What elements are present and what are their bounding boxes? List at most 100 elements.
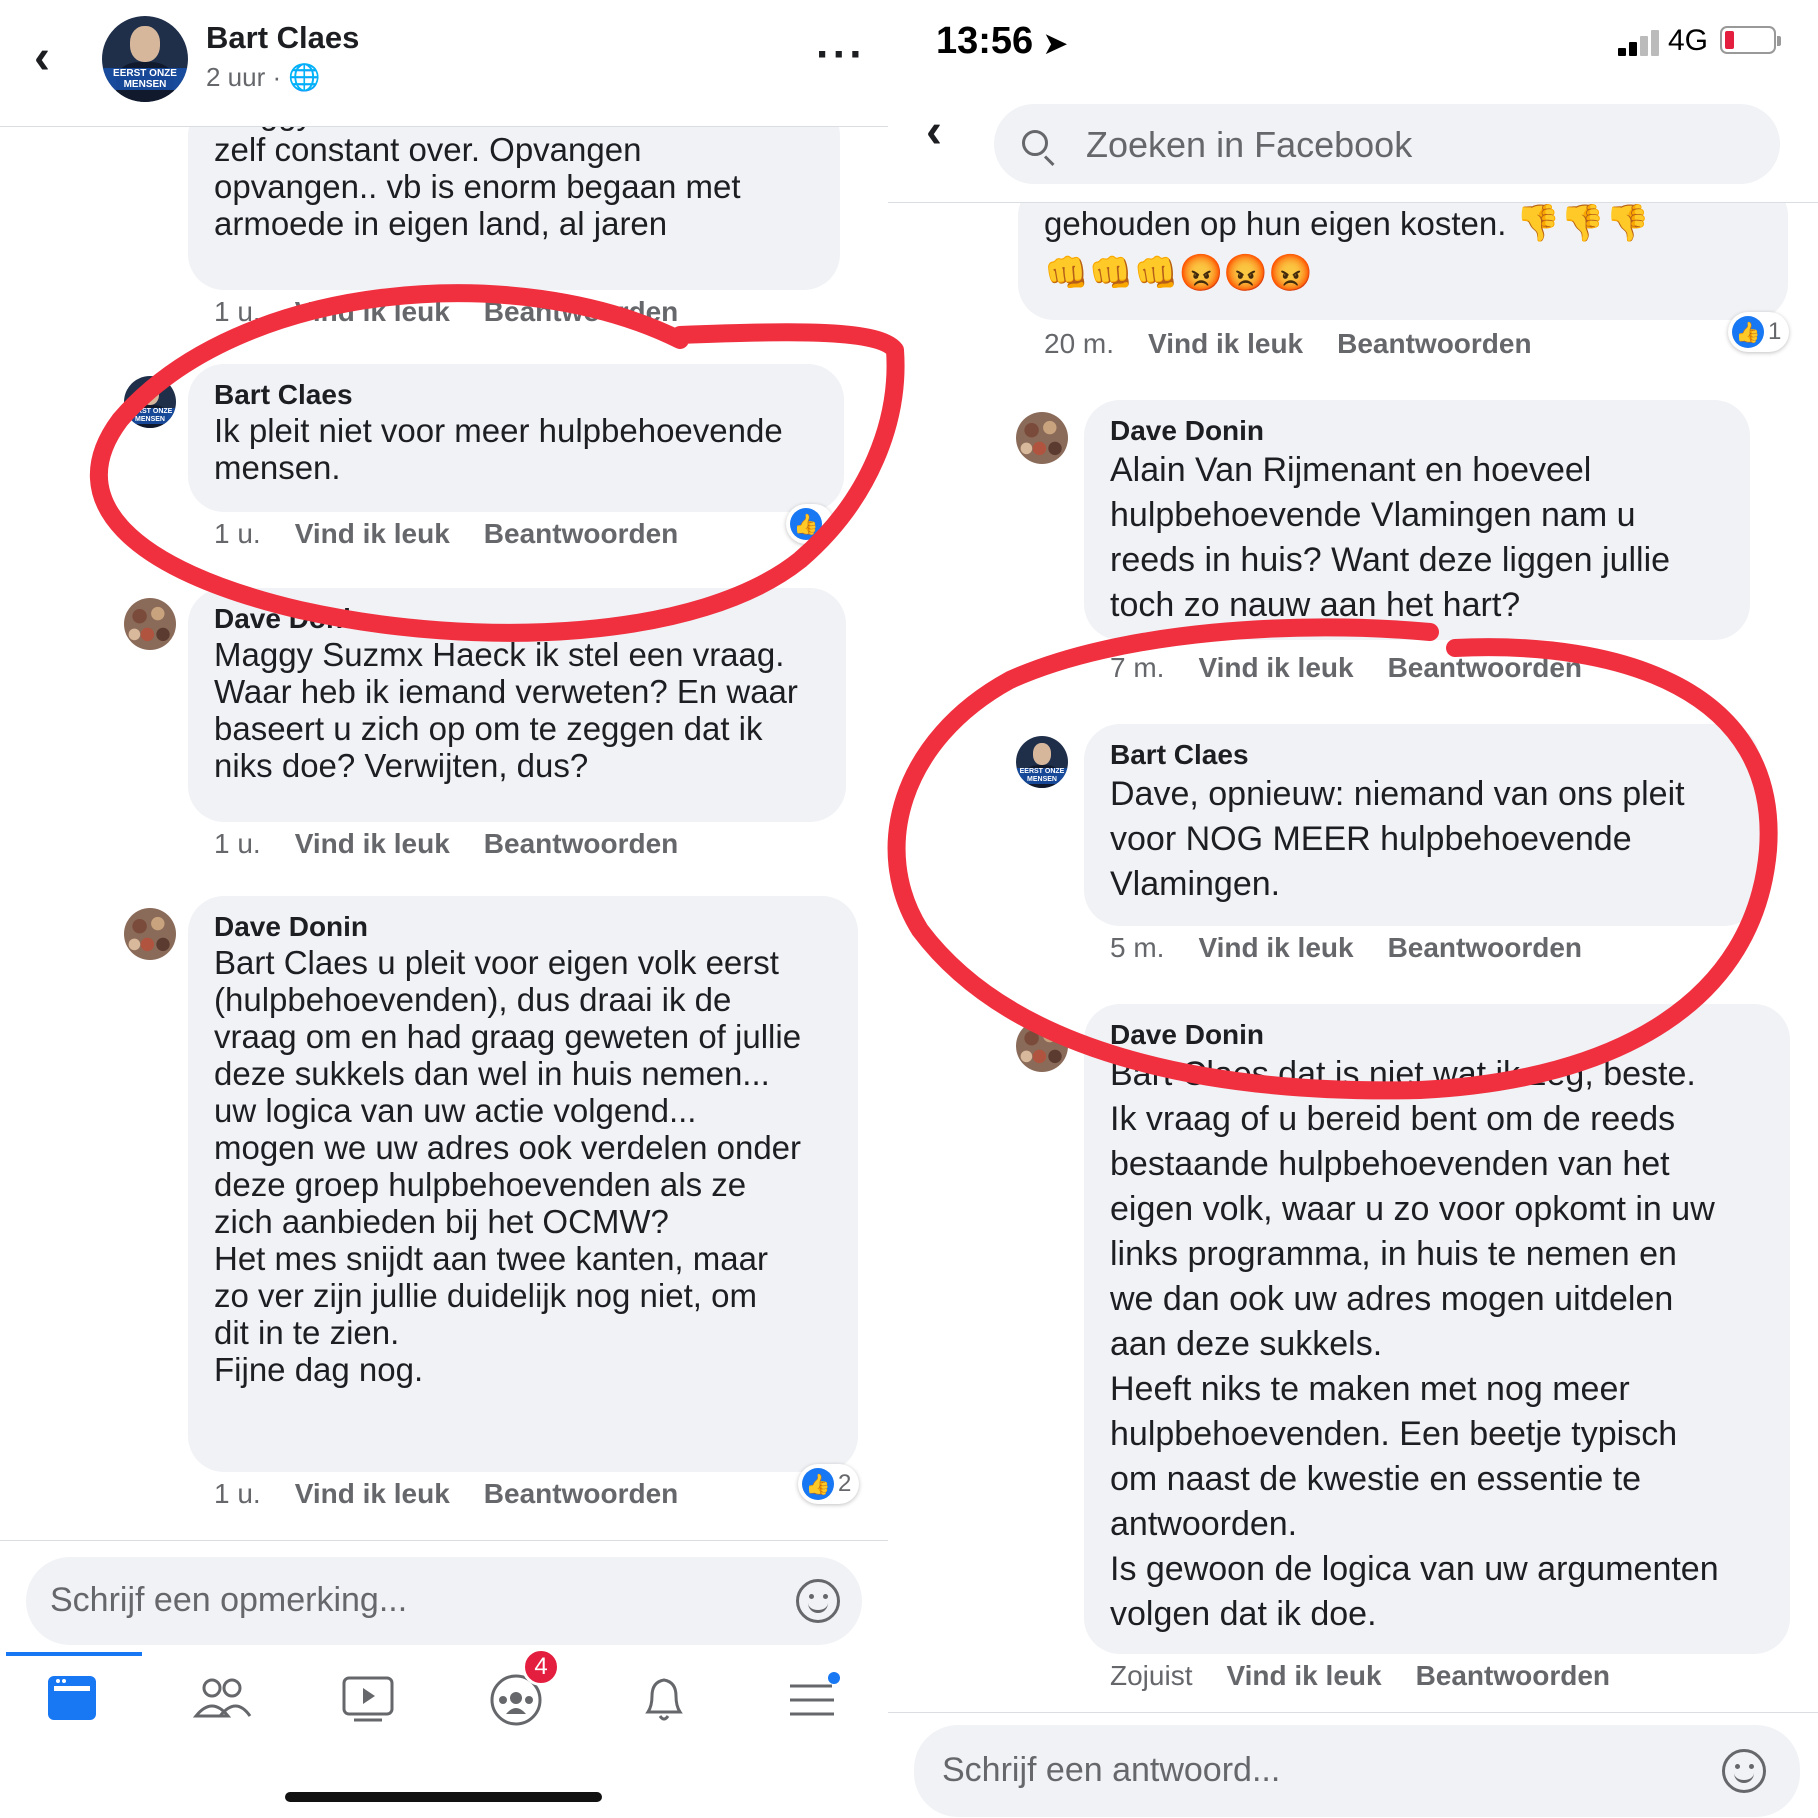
reply-button[interactable]: Beantwoorden: [484, 828, 678, 859]
reply-button[interactable]: Beantwoorden: [484, 518, 678, 549]
network-type: 4G: [1668, 24, 1709, 57]
comment-bubble: Dave Donin Bart Claes u pleit voor eigen…: [188, 896, 858, 1472]
active-tab-indicator: [6, 1652, 142, 1656]
bell-icon: [645, 1678, 683, 1721]
reply-button[interactable]: Beantwoorden: [1337, 328, 1531, 359]
reply-button[interactable]: Beantwoorden: [1388, 932, 1582, 963]
reaction-badge[interactable]: 👍 2: [798, 1464, 860, 1504]
location-arrow-icon: ➤: [1043, 28, 1068, 59]
search-placeholder: Zoeken in Facebook: [1086, 124, 1413, 165]
comment-bubble: Maggy Suzmx Haeck ze hebben het er zelf …: [188, 94, 840, 290]
more-options-icon[interactable]: ···: [816, 30, 866, 80]
menu-icon: [790, 1672, 840, 1716]
comment-meta: 1 u. Vind ik leuk Beantwoorden: [214, 518, 712, 550]
battery-icon: [1720, 26, 1781, 54]
tab-friends[interactable]: [192, 1670, 252, 1730]
reply-button[interactable]: Beantwoorden: [484, 296, 678, 327]
avatar[interactable]: EERST ONZE MENSEN: [124, 376, 176, 428]
tab-groups[interactable]: 4: [488, 1648, 560, 1730]
comment-text: gehouden op hun eigen kosten.: [1044, 205, 1507, 242]
clock-time: 13:56: [936, 20, 1034, 62]
reaction-badge[interactable]: 👍: [786, 504, 834, 544]
reply-button[interactable]: Beantwoorden: [484, 1478, 678, 1509]
like-button[interactable]: Vind ik leuk: [295, 296, 450, 327]
comment-bubble: Dave Donin Bart Claes dat is niet wat ik…: [1084, 1004, 1790, 1654]
comment-author[interactable]: Bart Claes: [214, 378, 818, 412]
comment-author[interactable]: Dave Donin: [214, 602, 820, 636]
home-feed-icon: [48, 1676, 96, 1720]
comment-placeholder: Schrijf een opmerking...: [50, 1581, 408, 1619]
emoji-icon[interactable]: [796, 1579, 840, 1623]
like-button[interactable]: Vind ik leuk: [1198, 932, 1353, 963]
comment-time: 1 u.: [214, 518, 261, 549]
comment-time: Zojuist: [1110, 1660, 1193, 1691]
comment-input[interactable]: Schrijf een opmerking...: [26, 1557, 862, 1645]
reaction-count: 1: [1768, 318, 1782, 345]
tab-home[interactable]: [44, 1670, 104, 1730]
reply-composer: Schrijf een antwoord...: [888, 1712, 1818, 1818]
comment-bubble: Dave Donin Alain Van Rijmenant en hoevee…: [1084, 400, 1750, 640]
search-icon: [1022, 130, 1048, 156]
avatar-band: EERST ONZE MENSEN: [102, 67, 188, 90]
avatar[interactable]: EERST ONZE MENSEN: [1016, 736, 1068, 788]
page-avatar[interactable]: EERST ONZE MENSEN: [102, 16, 188, 102]
comment-author[interactable]: Bart Claes: [1110, 738, 1734, 772]
comment-author[interactable]: Dave Donin: [1110, 414, 1724, 448]
search-input[interactable]: Zoeken in Facebook: [994, 104, 1780, 184]
comment-meta: 7 m. Vind ik leuk Beantwoorden: [1110, 652, 1616, 684]
home-indicator: [285, 1792, 602, 1802]
comment-meta: 1 u. Vind ik leuk Beantwoorden: [214, 296, 712, 328]
like-button[interactable]: Vind ik leuk: [295, 828, 450, 859]
avatar[interactable]: [1016, 412, 1068, 464]
avatar-band: EERST ONZE MENSEN: [1016, 768, 1068, 785]
reaction-count: 2: [838, 1470, 852, 1497]
cellular-signal-icon: [1618, 30, 1664, 56]
comment-meta: 5 m. Vind ik leuk Beantwoorden: [1110, 932, 1616, 964]
reaction-badge[interactable]: 👍 1: [1728, 312, 1790, 352]
comment-time: 5 m.: [1110, 932, 1165, 963]
reply-button[interactable]: Beantwoorden: [1388, 652, 1582, 683]
comment-meta: 20 m. Vind ik leuk Beantwoorden: [1044, 328, 1566, 360]
avatar[interactable]: [1016, 1020, 1068, 1072]
comment-time: 20 m.: [1044, 328, 1115, 359]
comment-text: Alain Van Rijmenant en hoeveel hulpbehoe…: [1110, 451, 1671, 624]
like-button[interactable]: Vind ik leuk: [295, 518, 450, 549]
watch-video-icon: [342, 1676, 394, 1722]
comment-text: Bart Claes u pleit voor eigen volk eerst…: [214, 944, 802, 1388]
left-screenshot: Maggy Suzmx Haeck ze hebben het er zelf …: [0, 0, 888, 1818]
comment-composer: Schrijf een opmerking...: [0, 1540, 888, 1653]
comment-author[interactable]: Dave Donin: [1110, 1018, 1764, 1052]
comment-bubble: Dave Donin Maggy Suzmx Haeck ik stel een…: [188, 588, 846, 822]
post-header: ‹ EERST ONZE MENSEN Bart Claes 2 uur · 🌐…: [0, 0, 888, 127]
comment-time: 1 u.: [214, 828, 261, 859]
comment-text: Maggy Suzmx Haeck ik stel een vraag. Waa…: [214, 636, 798, 784]
comment-meta: 1 u. Vind ik leuk Beantwoorden: [214, 828, 712, 860]
page-title[interactable]: Bart Claes: [206, 20, 359, 56]
like-button[interactable]: Vind ik leuk: [295, 1478, 450, 1509]
right-screenshot: gehouden op hun eigen kosten. 👎👎👎 👊👊👊😡😡😡…: [888, 0, 1818, 1818]
post-time: 2 uur ·: [206, 62, 282, 92]
comment-text: Bart Claes dat is niet wat ik zeg, beste…: [1110, 1055, 1719, 1633]
like-button[interactable]: Vind ik leuk: [1198, 652, 1353, 683]
emoji-icon[interactable]: [1722, 1749, 1766, 1793]
ios-status-bar: 13:56 ➤ 4G: [888, 0, 1818, 90]
comment-text: Ik pleit niet voor meer hulpbehoevende m…: [214, 412, 783, 486]
comment-bubble: Bart Claes Dave, opnieuw: niemand van on…: [1084, 724, 1760, 926]
comment-author[interactable]: Dave Donin: [214, 910, 832, 944]
tab-notifications[interactable]: [636, 1670, 696, 1730]
tab-watch[interactable]: [340, 1670, 400, 1730]
reply-input[interactable]: Schrijf een antwoord...: [914, 1725, 1800, 1817]
avatar-band: EERST ONZE MENSEN: [124, 408, 176, 425]
avatar[interactable]: [124, 908, 176, 960]
like-button[interactable]: Vind ik leuk: [1148, 328, 1303, 359]
search-header: ‹ Zoeken in Facebook: [888, 90, 1818, 203]
back-arrow-icon[interactable]: ‹: [926, 104, 942, 159]
comment-time: 1 u.: [214, 1478, 261, 1509]
like-button[interactable]: Vind ik leuk: [1226, 1660, 1381, 1691]
comment-meta: 1 u. Vind ik leuk Beantwoorden: [214, 1478, 712, 1510]
avatar[interactable]: [124, 598, 176, 650]
back-arrow-icon[interactable]: ‹: [34, 30, 50, 85]
reply-button[interactable]: Beantwoorden: [1416, 1660, 1610, 1691]
comment-text: Dave, opnieuw: niemand van ons pleit voo…: [1110, 775, 1685, 903]
tab-menu[interactable]: [784, 1670, 844, 1730]
